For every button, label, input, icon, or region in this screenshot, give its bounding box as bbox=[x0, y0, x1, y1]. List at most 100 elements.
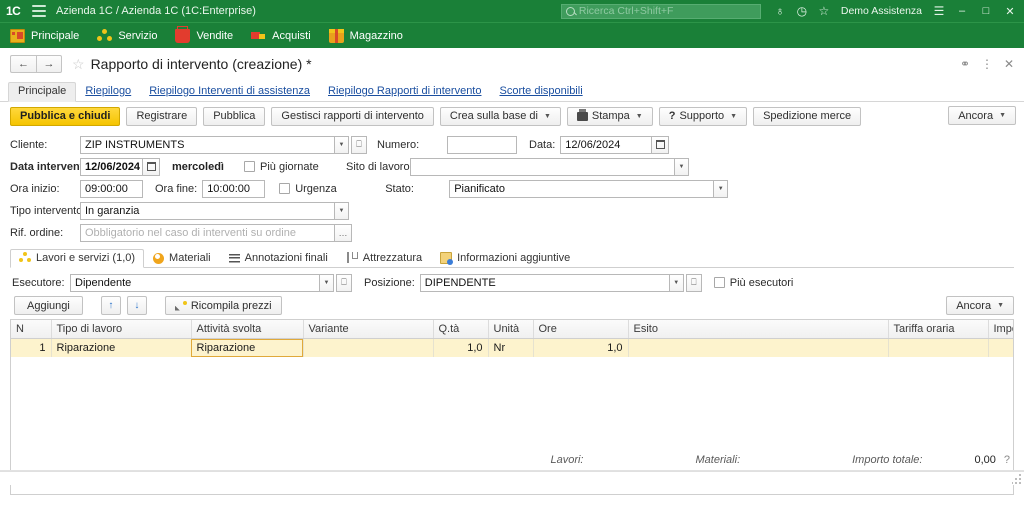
section-servizio[interactable]: Servizio bbox=[97, 28, 157, 43]
publish-button[interactable]: Pubblica bbox=[203, 106, 266, 126]
cell-n[interactable]: 1 bbox=[11, 338, 52, 357]
table-row[interactable]: 1 Riparazione Riparazione 1,0 Nr 1,0 bbox=[11, 338, 1013, 357]
ora-inizio-input[interactable]: 09:00:00 bbox=[80, 179, 143, 198]
rif-ordine-label: Rif. ordine: bbox=[10, 226, 64, 239]
tab-materiali[interactable]: Materiali bbox=[144, 249, 220, 267]
esecutore-dropdown-icon[interactable]: ▼ bbox=[320, 273, 334, 292]
document-form: Cliente: ZIP INSTRUMENTS ▼ ⎕ Numero: Dat… bbox=[0, 130, 1024, 243]
close-document-icon[interactable]: ✕ bbox=[1000, 55, 1018, 73]
search-input[interactable]: Ricerca Ctrl+Shift+F bbox=[560, 3, 761, 19]
options-menu-icon[interactable]: ☰ bbox=[928, 0, 950, 22]
data-calendar-icon[interactable] bbox=[652, 135, 670, 154]
more-commands-button[interactable]: Ancora ▼ bbox=[948, 106, 1016, 125]
data-intervento-calendar-icon[interactable] bbox=[143, 157, 160, 176]
navtab-principale[interactable]: Principale bbox=[8, 82, 77, 102]
col-qta[interactable]: Q.tà bbox=[433, 320, 489, 339]
stato-input[interactable]: Pianificato bbox=[449, 179, 715, 198]
tipo-intervento-dropdown-icon[interactable]: ▼ bbox=[335, 201, 349, 220]
numero-input[interactable] bbox=[447, 135, 517, 154]
lavori-total-label: Lavori: bbox=[550, 454, 584, 466]
main-menu-icon[interactable] bbox=[32, 5, 46, 17]
piu-esecutori-checkbox[interactable] bbox=[713, 277, 725, 288]
cell-esito[interactable] bbox=[628, 338, 889, 357]
piu-giornate-checkbox[interactable] bbox=[244, 161, 255, 172]
table-header-row: N Tipo di lavoro Attività svolta Variant… bbox=[11, 320, 1013, 339]
cell-tipo-di-lavoro[interactable]: Riparazione bbox=[51, 338, 192, 357]
grid-more-button[interactable]: Ancora ▼ bbox=[946, 296, 1014, 315]
cliente-input[interactable]: ZIP INSTRUMENTS bbox=[80, 135, 335, 154]
move-up-button[interactable]: ↑ bbox=[100, 296, 121, 315]
print-button[interactable]: Stampa ▼ bbox=[566, 106, 653, 126]
section-acquisti[interactable]: Acquisti bbox=[251, 29, 311, 43]
section-magazzino[interactable]: Magazzino bbox=[328, 28, 403, 43]
tab-lavori-e-servizi[interactable]: Lavori e servizi (1,0) bbox=[10, 249, 145, 268]
back-button[interactable]: ← bbox=[10, 55, 36, 73]
tab-annotazioni-finali[interactable]: Annotazioni finali bbox=[220, 249, 337, 267]
add-to-favorites-star-icon[interactable]: ☆ bbox=[72, 57, 85, 71]
shipping-button[interactable]: Spedizione merce bbox=[753, 106, 862, 126]
posizione-input[interactable]: DIPENDENTE bbox=[419, 273, 670, 292]
more-options-icon[interactable]: ⋮ bbox=[978, 55, 996, 73]
register-button[interactable]: Registrare bbox=[126, 106, 198, 126]
cell-variante[interactable] bbox=[303, 338, 434, 357]
col-variante[interactable]: Variante bbox=[303, 320, 434, 339]
cell-importo[interactable] bbox=[988, 338, 1013, 357]
rif-ordine-select-icon[interactable]: … bbox=[335, 223, 352, 242]
posizione-dropdown-icon[interactable]: ▼ bbox=[669, 273, 684, 292]
section-principale[interactable]: Principale bbox=[10, 28, 79, 43]
add-row-button[interactable]: Aggiungi bbox=[14, 296, 83, 315]
cliente-dropdown-icon[interactable]: ▼ bbox=[335, 135, 349, 154]
cell-qta[interactable]: 1,0 bbox=[433, 338, 489, 357]
esecutore-input[interactable]: Dipendente bbox=[70, 273, 320, 292]
tab-informazioni-aggiuntive[interactable]: Informazioni aggiuntive bbox=[431, 249, 579, 267]
resize-grip-icon[interactable] bbox=[1012, 474, 1022, 484]
col-tariffa-oraria[interactable]: Tariffa oraria bbox=[888, 320, 989, 339]
manage-reports-button[interactable]: Gestisci rapporti di intervento bbox=[271, 106, 434, 126]
cell-unita[interactable]: Nr bbox=[488, 338, 534, 357]
stato-dropdown-icon[interactable]: ▼ bbox=[714, 179, 729, 198]
data-input[interactable]: 12/06/2024 bbox=[560, 135, 653, 154]
help-icon[interactable]: ? bbox=[1004, 454, 1010, 466]
history-clock-icon[interactable]: ◷ bbox=[791, 0, 813, 22]
navtab-scorte-disponibili[interactable]: Scorte disponibili bbox=[490, 83, 591, 101]
col-tipo-di-lavoro[interactable]: Tipo di lavoro bbox=[51, 320, 192, 339]
cliente-open-icon[interactable]: ⎕ bbox=[351, 135, 367, 154]
create-based-on-button[interactable]: Crea sulla base di ▼ bbox=[439, 106, 561, 126]
notifications-bell-icon[interactable]: ♁ bbox=[769, 0, 791, 22]
col-attivita-svolta[interactable]: Attività svolta bbox=[191, 320, 304, 339]
form-row-data-intervento: Data intervento: 12/06/2024 mercoledì Pi… bbox=[10, 156, 1016, 177]
recalculate-prices-button[interactable]: Ricompila prezzi bbox=[164, 296, 282, 315]
col-esito[interactable]: Esito bbox=[628, 320, 889, 339]
ora-fine-input[interactable]: 10:00:00 bbox=[202, 179, 266, 198]
posizione-open-icon[interactable]: ⎕ bbox=[685, 273, 702, 292]
col-n[interactable]: N bbox=[11, 320, 52, 339]
col-unita[interactable]: Unità bbox=[488, 320, 534, 339]
col-ore[interactable]: Ore bbox=[533, 320, 629, 339]
favorites-star-icon[interactable]: ☆ bbox=[813, 0, 835, 22]
data-intervento-input[interactable]: 12/06/2024 bbox=[80, 157, 143, 176]
cell-ore[interactable]: 1,0 bbox=[533, 338, 629, 357]
close-window-button[interactable]: ✕ bbox=[998, 0, 1022, 22]
current-user-label[interactable]: Demo Assistenza bbox=[835, 5, 928, 17]
forward-button[interactable]: → bbox=[36, 55, 62, 73]
section-vendite[interactable]: Vendite bbox=[175, 25, 233, 43]
navtab-riepilogo-interventi[interactable]: Riepilogo Interventi di assistenza bbox=[140, 83, 319, 101]
move-down-button[interactable]: ↓ bbox=[126, 296, 147, 315]
support-button[interactable]: ? Supporto ▼ bbox=[658, 106, 748, 126]
navtab-riepilogo[interactable]: Riepilogo bbox=[76, 83, 140, 101]
urgenza-checkbox[interactable] bbox=[279, 183, 291, 194]
rif-ordine-input[interactable]: Obbligatorio nel caso di interventi su o… bbox=[80, 223, 335, 242]
col-importo[interactable]: Importo bbox=[988, 320, 1013, 339]
navtab-riepilogo-rapporti[interactable]: Riepilogo Rapporti di intervento bbox=[319, 83, 490, 101]
publish-and-close-button[interactable]: Pubblica e chiudi bbox=[10, 106, 121, 126]
minimize-button[interactable]: – bbox=[950, 0, 974, 22]
esecutore-open-icon[interactable]: ⎕ bbox=[336, 273, 352, 292]
tipo-intervento-input[interactable]: In garanzia bbox=[80, 201, 335, 220]
cell-tariffa-oraria[interactable] bbox=[888, 338, 989, 357]
tab-attrezzatura[interactable]: Attrezzatura bbox=[337, 249, 431, 267]
cell-attivita-svolta[interactable]: Riparazione bbox=[191, 338, 304, 357]
link-icon[interactable]: ⚭ bbox=[956, 55, 974, 73]
maximize-button[interactable]: □ bbox=[974, 0, 998, 22]
sito-dropdown-icon[interactable]: ▼ bbox=[675, 157, 689, 176]
sito-input[interactable] bbox=[410, 157, 675, 176]
